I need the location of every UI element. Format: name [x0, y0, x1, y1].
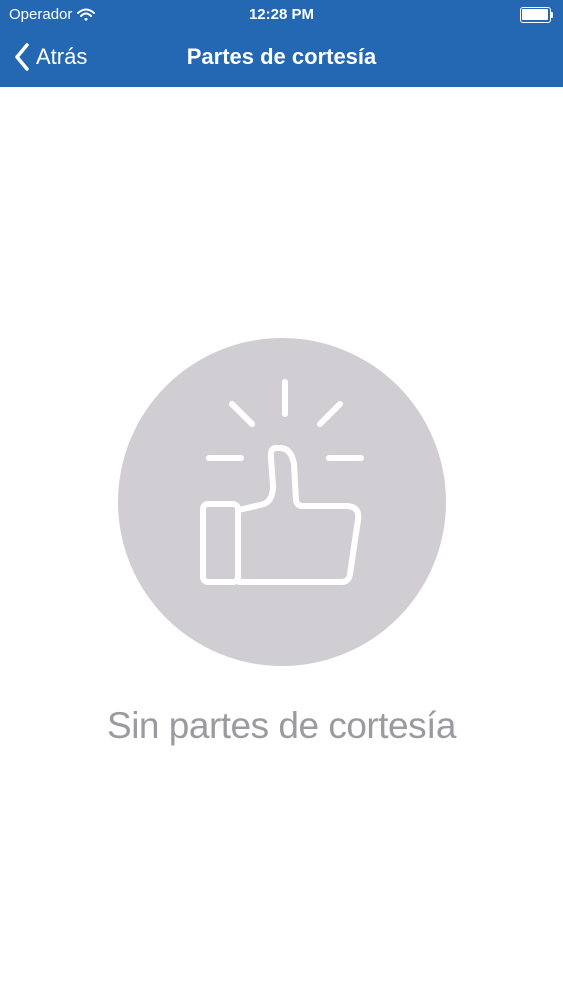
thumbs-up-icon [200, 379, 364, 585]
page-title: Partes de cortesía [186, 44, 377, 69]
empty-state-message: Sin partes de cortesía [107, 705, 456, 746]
status-time: 12:28 PM [248, 6, 315, 23]
header: Operador 12:28 PM Atrás Partes de cortes… [0, 0, 563, 87]
status-bar: Operador 12:28 PM [0, 0, 563, 30]
empty-state-circle [118, 338, 446, 666]
battery-icon [520, 7, 554, 23]
